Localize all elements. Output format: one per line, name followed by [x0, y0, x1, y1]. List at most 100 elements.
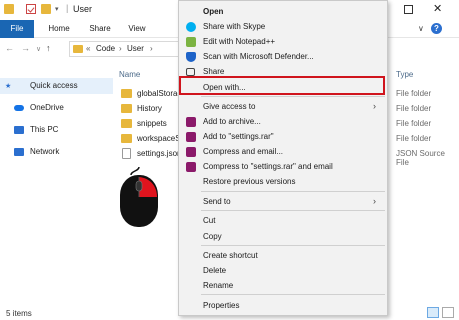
forward-button[interactable]: → [21, 43, 30, 53]
recent-locations-icon[interactable]: ∨ [36, 45, 41, 53]
breadcrumb-user[interactable]: User [127, 44, 144, 53]
breadcrumb-separator[interactable]: › [119, 44, 122, 53]
maximize-button[interactable] [404, 5, 413, 14]
sidebar-item-this-pc[interactable]: This PC [0, 122, 113, 138]
folder-icon [121, 89, 132, 98]
address-bar[interactable]: « Code › User › [69, 41, 181, 57]
menu-item-properties[interactable]: Properties [179, 298, 387, 313]
menu-item-scan-with-defender[interactable]: Scan with Microsoft Defender... [179, 49, 387, 64]
breadcrumb-separator[interactable]: › [150, 44, 153, 53]
customize-toolbar-icon[interactable]: ▾ [55, 5, 59, 13]
document-icon [122, 148, 131, 159]
file-type: File folder [396, 104, 432, 113]
menu-item-delete[interactable]: Delete [179, 263, 387, 278]
file-name: History [137, 104, 162, 113]
menu-item-label: Give access to [203, 102, 256, 111]
file-type: File folder [396, 89, 432, 98]
sidebar-item-label: Network [30, 147, 60, 156]
menu-item-send-to[interactable]: Send to › [179, 194, 387, 209]
sidebar-item-label: OneDrive [30, 103, 64, 112]
chevron-right-icon: › [373, 101, 376, 111]
menu-item-give-access-to[interactable]: Give access to › [179, 99, 387, 114]
notepadpp-icon [186, 37, 196, 47]
menu-item-add-to-archive[interactable]: Add to archive... [179, 114, 387, 129]
sidebar-item-label: This PC [30, 125, 59, 134]
help-icon[interactable]: ? [431, 23, 442, 34]
file-name: globalStorag [137, 89, 182, 98]
file-name: workspaceSt [137, 134, 183, 143]
chevron-right-icon: › [373, 196, 376, 206]
sidebar-item-quick-access[interactable]: ★ Quick access [0, 78, 113, 94]
status-item-count: 5 items [6, 309, 32, 318]
column-header-type[interactable]: Type [396, 70, 413, 79]
menu-item-cut[interactable]: Cut [179, 213, 387, 228]
new-folder-icon[interactable] [41, 4, 51, 14]
tab-home[interactable]: Home [42, 20, 76, 38]
sidebar-item-label: Quick access [30, 81, 78, 90]
file-name: snippets [137, 119, 167, 128]
network-icon [14, 148, 24, 156]
file-type: File folder [396, 119, 432, 128]
menu-item-label: Open [203, 7, 224, 16]
menu-item-add-to-settings-rar[interactable]: Add to "settings.rar" [179, 129, 387, 144]
defender-icon [186, 52, 196, 62]
menu-item-label: Add to archive... [203, 117, 261, 126]
menu-item-label: Cut [203, 216, 216, 225]
breadcrumb-code[interactable]: Code [96, 44, 115, 53]
menu-item-copy[interactable]: Copy [179, 229, 387, 244]
menu-item-open[interactable]: Open [179, 4, 387, 19]
menu-item-label: Edit with Notepad++ [203, 37, 276, 46]
menu-item-compress-and-email[interactable]: Compress and email... [179, 144, 387, 159]
menu-item-label: Delete [203, 266, 227, 275]
menu-item-share-with-skype[interactable]: Share with Skype [179, 19, 387, 34]
tab-view[interactable]: View [122, 20, 152, 38]
share-icon [186, 68, 195, 76]
menu-item-label: Send to [203, 197, 231, 206]
menu-item-label: Add to "settings.rar" [203, 132, 274, 141]
title-divider: | [66, 3, 69, 13]
menu-item-edit-with-notepadpp[interactable]: Edit with Notepad++ [179, 34, 387, 49]
menu-item-label: Share [203, 67, 225, 76]
menu-item-compress-to-rar-and-email[interactable]: Compress to "settings.rar" and email [179, 159, 387, 174]
menu-separator [201, 96, 385, 97]
menu-item-label: Share with Skype [203, 22, 266, 31]
breadcrumb-overflow[interactable]: « [86, 44, 90, 53]
folder-icon [4, 4, 14, 14]
menu-item-label: Create shortcut [203, 251, 258, 260]
star-icon: ★ [5, 83, 12, 90]
menu-separator [201, 210, 385, 211]
menu-item-label: Compress and email... [203, 147, 284, 156]
file-type: JSON Source File [396, 149, 445, 167]
expand-ribbon-icon[interactable]: ∨ [418, 24, 424, 33]
up-button[interactable]: ↑ [46, 43, 51, 53]
back-button[interactable]: ← [5, 43, 14, 53]
folder-icon [121, 104, 132, 113]
menu-item-label: Copy [203, 232, 222, 241]
menu-separator [201, 294, 385, 295]
folder-icon [121, 119, 132, 128]
menu-item-label: Scan with Microsoft Defender... [203, 52, 314, 61]
menu-item-restore-previous-versions[interactable]: Restore previous versions [179, 174, 387, 189]
sidebar-item-network[interactable]: Network [0, 144, 113, 160]
menu-item-rename[interactable]: Rename [179, 278, 387, 293]
menu-item-label: Restore previous versions [203, 177, 296, 186]
large-icons-view-icon[interactable] [442, 307, 454, 318]
sidebar-item-onedrive[interactable]: OneDrive [0, 100, 113, 116]
folder-icon [73, 45, 83, 53]
right-click-mouse-icon [120, 167, 158, 227]
skype-icon [186, 22, 196, 32]
close-button[interactable]: ✕ [433, 2, 442, 15]
file-type: File folder [396, 134, 432, 143]
menu-item-label: Compress to "settings.rar" and email [203, 162, 333, 171]
column-header-name[interactable]: Name [119, 70, 140, 79]
folder-icon [121, 134, 132, 143]
details-view-icon[interactable] [427, 307, 439, 318]
menu-item-create-shortcut[interactable]: Create shortcut [179, 248, 387, 263]
menu-item-label: Properties [203, 301, 240, 310]
tab-share[interactable]: Share [84, 20, 116, 38]
properties-checkbox-icon[interactable] [26, 4, 36, 14]
file-name: settings.json [137, 149, 182, 158]
winrar-icon [186, 162, 196, 172]
tab-file[interactable]: File [0, 20, 34, 38]
open-with-highlight-box [179, 76, 385, 95]
